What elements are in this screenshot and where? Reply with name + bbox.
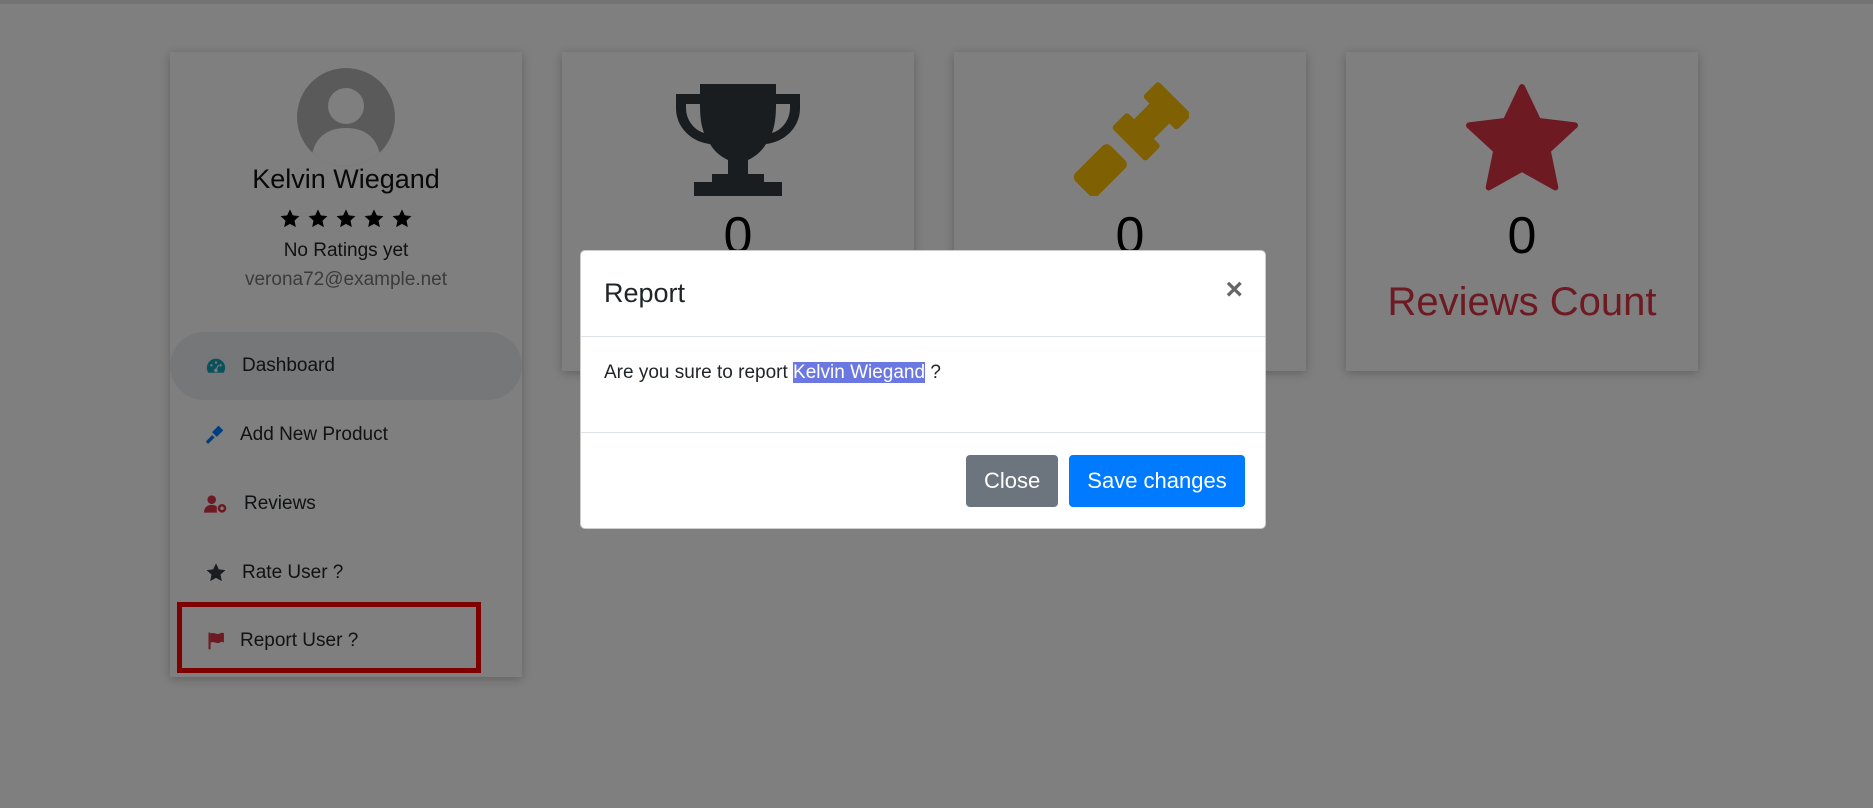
modal-body: Are you sure to report Kelvin Wiegand ? xyxy=(581,337,1265,433)
save-changes-button[interactable]: Save changes xyxy=(1069,455,1245,507)
confirmation-suffix: ? xyxy=(930,362,941,383)
modal-header: Report × xyxy=(581,251,1265,337)
close-icon[interactable]: × xyxy=(1225,275,1243,305)
confirmation-text: Are you sure to report Kelvin Wiegand ? xyxy=(604,362,941,384)
selected-user-name: Kelvin Wiegand xyxy=(793,362,926,383)
modal-footer: Close Save changes xyxy=(581,433,1265,528)
report-modal: Report × Are you sure to report Kelvin W… xyxy=(580,250,1266,529)
confirmation-prefix: Are you sure to report xyxy=(604,362,788,383)
close-button[interactable]: Close xyxy=(966,455,1058,507)
modal-title: Report xyxy=(604,278,686,308)
